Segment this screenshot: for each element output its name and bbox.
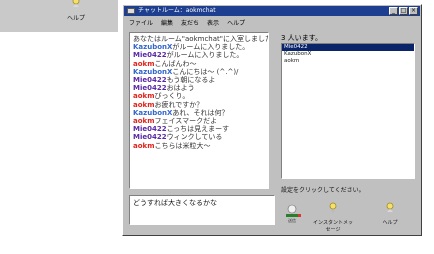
title-bar[interactable]: チャットルーム：aokmchat _ □ × <box>124 6 420 16</box>
chat-text: こんばんわ〜 <box>154 59 197 68</box>
app-icon <box>127 8 135 14</box>
chat-message: aokmこちらは米粒大〜 <box>133 142 265 150</box>
chat-username: Mie0422 <box>133 125 167 134</box>
message-input[interactable]: どうすれば大きくなるかな <box>129 195 275 225</box>
chat-username: Mie0422 <box>133 84 167 93</box>
chat-text: フェイスマークだよ <box>154 117 218 126</box>
chat-log[interactable]: あなたはルーム"aokmchat"に入室しました。 KazubonXがルームに入り… <box>129 32 269 189</box>
chat-text: がルームに入りました。 <box>166 51 244 60</box>
window-title: チャットルーム：aokmchat <box>138 7 216 14</box>
chat-text: あなたはルーム"aokmchat"に入室しました。 <box>133 35 269 43</box>
chat-username: Mie0422 <box>133 51 167 60</box>
close-button[interactable]: × <box>409 7 418 15</box>
chat-message: KazubonXこんにちは〜 (^.^)/ <box>133 68 265 76</box>
chat-text: おはよう <box>166 84 195 93</box>
maximize-button[interactable]: □ <box>399 7 408 15</box>
chat-message: Mie0422もう朝になるよ <box>133 76 265 84</box>
chat-text: がルームに入りました。 <box>172 43 250 52</box>
chat-text: こっちは見えまーす <box>166 125 230 134</box>
chat-text: お疲れですか？ <box>154 100 204 109</box>
chat-username: KazubonX <box>133 43 173 52</box>
background-help-button[interactable]: ヘルプ <box>62 0 90 22</box>
chat-username: Mie0422 <box>133 133 167 142</box>
chat-text: こちらは米粒大〜 <box>154 141 211 150</box>
chat-username: aokm <box>133 100 155 109</box>
help-label: ヘルプ <box>382 220 398 226</box>
chat-message: Mie0422がルームに入りました。 <box>133 51 265 59</box>
user-count-label: 3 人います。 <box>281 34 322 42</box>
background-help-label: ヘルプ <box>66 15 85 22</box>
chat-username: KazubonX <box>133 67 173 76</box>
chat-message: aokmびっくり。 <box>133 92 265 100</box>
minimize-button[interactable]: _ <box>389 7 398 15</box>
background-window <box>0 0 118 32</box>
chat-text: あれ、それは何？ <box>172 108 229 117</box>
help-button[interactable]: ヘルプ <box>370 201 410 226</box>
send-label: 送信 <box>288 218 296 223</box>
hint-text: 設定をクリックしてください。 <box>281 187 365 194</box>
chat-username: aokm <box>133 141 155 150</box>
instant-message-button[interactable]: インスタントメッセージ <box>313 201 353 233</box>
instant-message-icon <box>329 202 337 214</box>
user-list[interactable]: Mie0422 KazubonX aokm <box>281 43 415 179</box>
chat-username: aokm <box>133 92 155 101</box>
help-icon <box>72 0 80 7</box>
chat-text: ウィンクしている <box>166 133 223 142</box>
chat-username: aokm <box>133 117 155 126</box>
user-list-item[interactable]: aokm <box>282 58 414 65</box>
chat-window: チャットルーム：aokmchat _ □ × ファイル 編集 友だち 表示 ヘル… <box>122 4 422 236</box>
chat-text: こんにちは〜 (^.^)/ <box>172 67 239 76</box>
chat-message: Mie0422ウィンクしている <box>133 133 265 141</box>
menu-edit[interactable]: 編集 <box>161 18 173 27</box>
menu-file[interactable]: ファイル <box>129 18 153 27</box>
menu-view[interactable]: 表示 <box>207 18 219 27</box>
chat-message: aokmお疲れですか？ <box>133 101 265 109</box>
chat-message: Mie0422こっちは見えまーす <box>133 125 265 133</box>
menu-help[interactable]: ヘルプ <box>227 18 245 27</box>
menu-friends[interactable]: 友だち <box>181 18 199 27</box>
chat-message: Mie0422おはよう <box>133 84 265 92</box>
chat-message: あなたはルーム"aokmchat"に入室しました。 <box>133 35 268 43</box>
chat-username: aokm <box>133 59 155 68</box>
chat-message: aokmフェイスマークだよ <box>133 117 265 125</box>
user-list-item[interactable]: KazubonX <box>282 51 414 58</box>
chat-message: aokmこんばんわ〜 <box>133 60 265 68</box>
chat-text: もう朝になるよ <box>166 76 216 85</box>
instant-message-label: インスタントメッセージ <box>313 220 353 233</box>
send-button[interactable]: 送信 <box>281 204 303 228</box>
help-icon <box>386 202 394 212</box>
chat-message: KazubonXあれ、それは何？ <box>133 109 265 117</box>
user-list-item[interactable]: Mie0422 <box>282 44 414 51</box>
chat-username: Mie0422 <box>133 76 167 85</box>
send-icon <box>286 204 301 217</box>
chat-text: びっくり。 <box>154 92 190 101</box>
menu-bar: ファイル 編集 友だち 表示 ヘルプ <box>129 18 245 27</box>
chat-username: KazubonX <box>133 108 173 117</box>
